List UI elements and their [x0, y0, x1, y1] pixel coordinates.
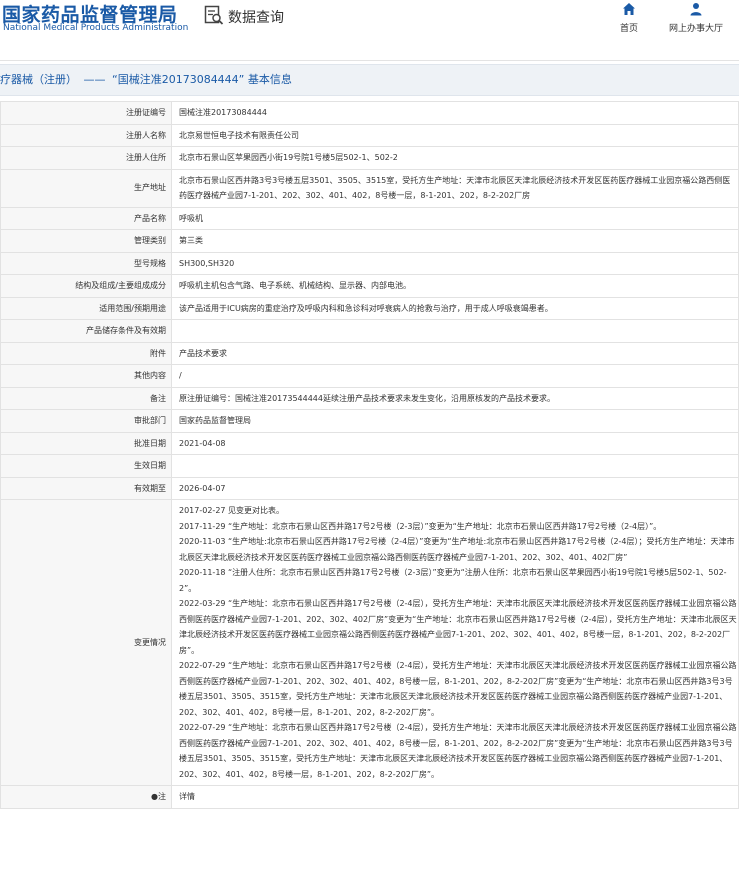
table-row: 注册证编号 国械注准20173084444 — [0, 101, 739, 125]
field-label: 附件 — [0, 341, 172, 365]
change-entry: 2022-07-29 “生产地址：北京市石景山区西井路17号2号楼（2-4层），… — [179, 661, 737, 717]
field-label: 备注 — [0, 386, 172, 410]
change-entry: 2017-02-27 见变更对比表。 — [179, 506, 285, 515]
field-label: 注册人名称 — [0, 123, 172, 147]
header-divider — [0, 60, 739, 61]
table-row: 批准日期 2021-04-08 — [0, 431, 739, 455]
field-value: 产品技术要求 — [171, 341, 739, 365]
table-row: 管理类别 第三类 — [0, 229, 739, 253]
table-row: 产品储存条件及有效期 — [0, 319, 739, 343]
field-label: 有效期至 — [0, 476, 172, 500]
field-value: 该产品适用于ICU病房的重症治疗及呼吸内科和急诊科对呼衰病人的抢救与治疗，用于成… — [171, 296, 739, 320]
user-icon — [690, 3, 702, 16]
field-label: 批准日期 — [0, 431, 172, 455]
table-row: 附件 产品技术要求 — [0, 341, 739, 365]
table-row: 生效日期 — [0, 454, 739, 478]
nav-online-label: 网上办事大厅 — [668, 24, 723, 34]
field-value: / — [171, 364, 739, 388]
field-value — [171, 319, 739, 343]
field-value: 原注册证编号：国械注准20173544444延续注册产品技术要求未发生变化，沿用… — [171, 386, 739, 410]
field-label: 其他内容 — [0, 364, 172, 388]
field-label: 管理类别 — [0, 229, 172, 253]
table-row: 其他内容 / — [0, 364, 739, 388]
change-entry: 2022-07-29 “生产地址：北京市石景山区西井路17号2号楼（2-4层），… — [179, 723, 737, 779]
table-row: 注册人住所 北京市石景山区苹果园西小街19号院1号楼5层502-1、502-2 — [0, 146, 739, 170]
field-value: 国械注准20173084444 — [171, 101, 739, 125]
change-entry: 2020-11-03 “生产地址:北京市石景山区西井路17号2号楼（2-4层）”… — [179, 537, 735, 562]
table-row: 注册人名称 北京易世恒电子技术有限责任公司 — [0, 123, 739, 147]
table-row: 审批部门 国家药品监督管理局 — [0, 409, 739, 433]
field-label: 注册证编号 — [0, 101, 172, 125]
breadcrumb-separator: —— — [83, 73, 106, 86]
field-value: 北京市石景山区西井路3号3号楼五层3501、3505、3515室，受托方生产地址… — [171, 168, 739, 208]
table-row: ●注 详情 — [0, 785, 739, 809]
field-value: SH300,SH320 — [171, 251, 739, 275]
data-query-title: 数据查询 — [228, 10, 284, 26]
field-value: 呼吸机 — [171, 206, 739, 230]
registration-info-table: 注册证编号 国械注准20173084444 注册人名称 北京易世恒电子技术有限责任公… — [0, 101, 739, 809]
changes-value: 2017-02-27 见变更对比表。 2017-11-29 “生产地址：北京市石… — [171, 499, 739, 786]
field-label: 注册人住所 — [0, 146, 172, 170]
table-row: 备注 原注册证编号：国械注准20173544444延续注册产品技术要求未发生变化，… — [0, 386, 739, 410]
note-label: ●注 — [0, 785, 172, 809]
changes-label: 变更情况 — [0, 499, 172, 786]
field-value: 2021-04-08 — [171, 431, 739, 455]
field-label: 型号规格 — [0, 251, 172, 275]
field-label: 结构及组成/主要组成成分 — [0, 274, 172, 298]
details-link[interactable]: 详情 — [171, 785, 739, 809]
field-value: 国家药品监督管理局 — [171, 409, 739, 433]
breadcrumb-category[interactable]: 疗器械（注册） — [0, 65, 77, 95]
field-value: 北京易世恒电子技术有限责任公司 — [171, 123, 739, 147]
table-row: 生产地址 北京市石景山区西井路3号3号楼五层3501、3505、3515室，受托方… — [0, 168, 739, 208]
nav-home-label: 首页 — [619, 24, 638, 34]
change-entry: 2017-11-29 “生产地址：北京市石景山区西井路17号2号楼（2-3层）”… — [179, 521, 662, 531]
field-value — [171, 454, 739, 478]
breadcrumb: 疗器械（注册） —— “国械注准20173084444” 基本信息 — [0, 64, 739, 96]
field-value: 北京市石景山区苹果园西小街19号院1号楼5层502-1、502-2 — [171, 146, 739, 170]
table-row: 有效期至 2026-04-07 — [0, 476, 739, 500]
field-label: 生产地址 — [0, 168, 172, 208]
field-value: 2026-04-07 — [171, 476, 739, 500]
table-row: 产品名称 呼吸机 — [0, 206, 739, 230]
table-row: 变更情况 2017-02-27 见变更对比表。 2017-11-29 “生产地址… — [0, 499, 739, 786]
breadcrumb-title: “国械注准20173084444” 基本信息 — [112, 73, 292, 86]
table-row: 型号规格 SH300,SH320 — [0, 251, 739, 275]
field-label: 适用范围/预期用途 — [0, 296, 172, 320]
nav-home[interactable]: 首页 — [616, 2, 642, 34]
change-entry: 2020-11-18 “注册人住所：北京市石景山区西井路17号2号楼（2-3层）… — [179, 568, 727, 593]
field-value: 呼吸机主机包含气路、电子系统、机械结构、显示器、内部电池。 — [171, 274, 739, 298]
nav-online-service[interactable]: 网上办事大厅 — [664, 2, 728, 34]
field-label: 产品储存条件及有效期 — [0, 319, 172, 343]
field-label: 生效日期 — [0, 454, 172, 478]
table-row: 结构及组成/主要组成成分 呼吸机主机包含气路、电子系统、机械结构、显示器、内部电池… — [0, 274, 739, 298]
home-icon — [623, 3, 635, 15]
field-label: 产品名称 — [0, 206, 172, 230]
logo-subtitle: National Medical Products Administration — [3, 23, 189, 33]
field-value: 第三类 — [171, 229, 739, 253]
site-header: 国家药品监督管理局 National Medical Products Admi… — [0, 0, 739, 64]
data-search-icon — [204, 5, 224, 29]
change-entry: 2022-03-29 “生产地址：北京市石景山区西井路17号2号楼（2-4层），… — [179, 599, 737, 655]
field-label: 审批部门 — [0, 409, 172, 433]
data-query-heading: 数据查询 — [204, 5, 284, 29]
table-row: 适用范围/预期用途 该产品适用于ICU病房的重症治疗及呼吸内科和急诊科对呼衰病人的… — [0, 296, 739, 320]
